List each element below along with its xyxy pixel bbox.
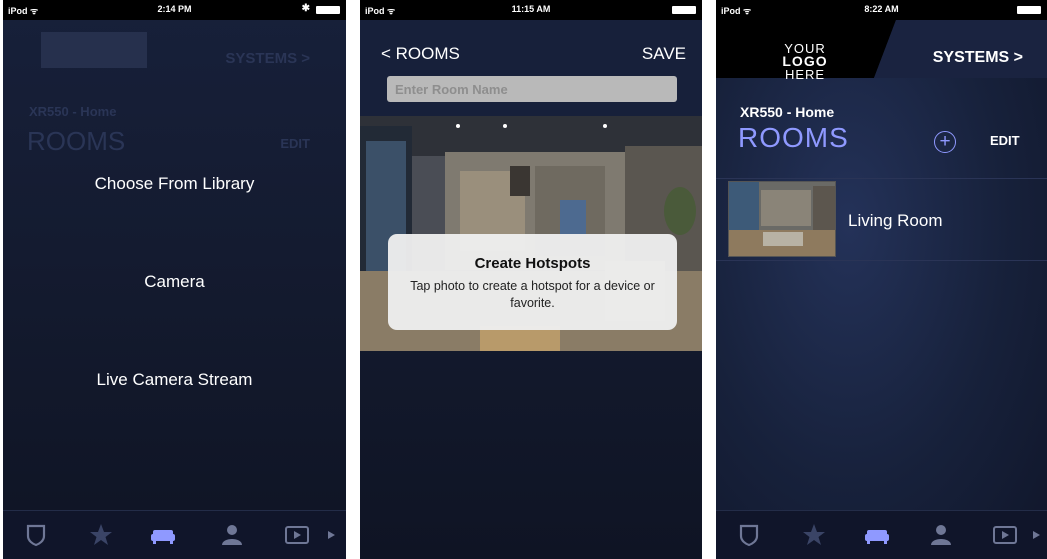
system-name-dimmed: XR550 - Home: [29, 104, 117, 119]
rooms-heading-dimmed: ROOMS: [27, 126, 126, 156]
room-row[interactable]: Living Room: [716, 181, 1047, 259]
phone-screen-photo-source: iPod ᯤ 2:14 PM ✱ SYSTEMS > XR550 - Home …: [3, 0, 346, 559]
systems-link-dimmed: SYSTEMS >: [225, 50, 310, 67]
bluetooth-icon: ✱: [301, 3, 310, 14]
room-thumbnail-image: [729, 182, 835, 256]
live-camera-stream-option[interactable]: Live Camera Stream: [3, 370, 346, 390]
edit-dimmed: EDIT: [280, 136, 310, 151]
shield-icon[interactable]: [23, 523, 49, 547]
create-hotspots-alert: Create Hotspots Tap photo to create a ho…: [388, 234, 677, 330]
battery-icon: [672, 6, 696, 14]
sofa-icon[interactable]: [150, 523, 176, 547]
room-name-input[interactable]: [387, 76, 677, 102]
save-button[interactable]: SAVE: [642, 44, 686, 64]
shield-icon[interactable]: [736, 523, 762, 547]
status-bar: iPod ᯤ 2:14 PM ✱: [3, 0, 346, 20]
star-icon[interactable]: [88, 523, 114, 547]
room-name: Living Room: [848, 211, 943, 230]
room-thumbnail: [728, 181, 836, 257]
alert-message: Tap photo to create a hotspot for a devi…: [410, 279, 655, 310]
edit-button[interactable]: EDIT: [990, 133, 1020, 148]
sofa-icon[interactable]: [864, 523, 890, 547]
star-icon[interactable]: [801, 523, 827, 547]
user-icon[interactable]: [928, 523, 954, 547]
video-icon[interactable]: [992, 523, 1018, 547]
divider: [716, 178, 1047, 179]
battery-icon: [316, 6, 340, 14]
battery-icon: [1017, 6, 1041, 14]
clock: 11:15 AM: [511, 4, 551, 14]
more-arrow-icon[interactable]: [1030, 523, 1044, 547]
camera-option[interactable]: Camera: [3, 272, 346, 292]
video-icon[interactable]: [284, 523, 310, 547]
clock: 8:22 AM: [864, 4, 899, 14]
divider: [716, 260, 1047, 261]
tab-bar: [3, 510, 346, 559]
logo-placeholder: [41, 32, 147, 68]
back-to-rooms-button[interactable]: < ROOMS: [381, 44, 460, 64]
status-bar: iPod ᯤ 8:22 AM: [716, 0, 1047, 20]
phone-screen-create-room: iPod ᯤ 11:15 AM < ROOMS SAVE Create Hots…: [360, 0, 702, 559]
more-arrow-icon[interactable]: [325, 523, 339, 547]
company-logo: YOUR LOGO HERE: [778, 42, 832, 81]
systems-button[interactable]: SYSTEMS >: [933, 49, 1023, 67]
tab-bar: [716, 510, 1047, 559]
room-photo[interactable]: Create Hotspots Tap photo to create a ho…: [360, 116, 702, 351]
rooms-heading: ROOMS: [738, 122, 849, 153]
system-name: XR550 - Home: [740, 104, 835, 120]
logo-line-3: HERE: [784, 67, 826, 82]
clock: 2:14 PM: [157, 4, 192, 14]
status-bar: iPod ᯤ 11:15 AM: [360, 0, 702, 20]
user-icon[interactable]: [219, 523, 245, 547]
alert-title: Create Hotspots: [474, 255, 591, 272]
add-room-button[interactable]: +: [934, 131, 956, 153]
phone-screen-rooms-list: iPod ᯤ 8:22 AM YOUR LOGO HERE SYSTEMS > …: [716, 0, 1047, 559]
choose-from-library-option[interactable]: Choose From Library: [3, 174, 346, 194]
